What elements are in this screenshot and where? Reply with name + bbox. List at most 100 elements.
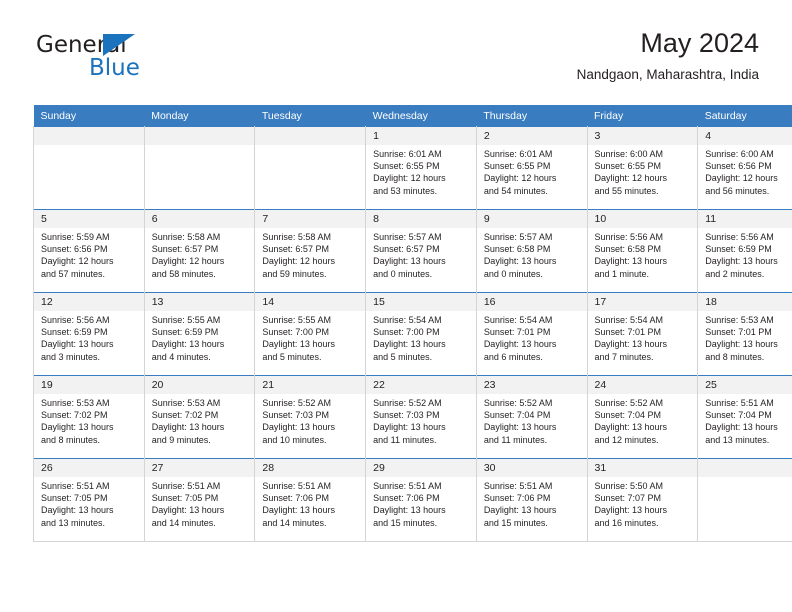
day-number: 5: [34, 210, 144, 228]
calendar-day-cell-empty: [697, 458, 792, 542]
day-sunset-text: Sunset: 7:01 PM: [594, 327, 662, 338]
day-details: Sunrise: 5:58 AM Sunset: 6:57 PM Daylight:…: [145, 228, 255, 280]
day-sunrise-text: Sunrise: 5:56 AM: [594, 232, 664, 242]
day-daylight-line-text: and 57 minutes.: [41, 268, 106, 279]
day-details: Sunrise: 5:55 AM Sunset: 7:00 PM Daylight:…: [255, 311, 365, 363]
calendar-day-cell-23[interactable]: 23 Sunrise: 5:52 AM Sunset: 7:04 PM Dayligh…: [475, 375, 588, 459]
calendar-day-cell-19[interactable]: 19 Sunrise: 5:53 AM Sunset: 7:02 PM Dayligh…: [33, 375, 145, 459]
calendar-week-row: 1 Sunrise: 6:01 AM Sunset: 6:55 PM Daylight…: [33, 126, 792, 210]
day-daylight-line-text: and 5 minutes.: [262, 351, 322, 362]
day-details: Sunrise: 5:53 AM Sunset: 7:01 PM Daylight:…: [698, 311, 792, 363]
calendar-day-cell-24[interactable]: 24 Sunrise: 5:52 AM Sunset: 7:04 PM Dayligh…: [586, 375, 699, 459]
calendar-day-cell-12[interactable]: 12 Sunrise: 5:56 AM Sunset: 6:59 PM Dayligh…: [33, 292, 145, 376]
day-details: Sunrise: 5:53 AM Sunset: 7:02 PM Daylight:…: [145, 394, 255, 446]
calendar-day-cell-9[interactable]: 9 Sunrise: 5:57 AM Sunset: 6:58 PM Daylight…: [475, 209, 588, 293]
day-daylight-line-text: and 58 minutes.: [151, 268, 216, 279]
page-title: May 2024: [640, 28, 759, 58]
calendar-day-cell-31[interactable]: 31 Sunrise: 5:50 AM Sunset: 7:07 PM Dayligh…: [586, 458, 699, 542]
day-details: Sunrise: 5:53 AM Sunset: 7:02 PM Daylight:…: [34, 394, 144, 446]
day-daylight-line-text: Daylight: 13 hours: [594, 505, 668, 516]
day-details: Sunrise: 5:51 AM Sunset: 7:05 PM Daylight:…: [34, 477, 144, 529]
calendar-day-cell-22[interactable]: 22 Sunrise: 5:52 AM Sunset: 7:03 PM Dayligh…: [365, 375, 477, 459]
day-number: 31: [587, 459, 698, 477]
day-details: Sunrise: 6:00 AM Sunset: 6:56 PM Daylight:…: [698, 145, 792, 197]
day-details: Sunrise: 5:52 AM Sunset: 7:03 PM Daylight:…: [366, 394, 476, 446]
calendar-day-cell-11[interactable]: 11 Sunrise: 5:56 AM Sunset: 6:59 PM Dayligh…: [697, 209, 792, 293]
day-details: Sunrise: 5:54 AM Sunset: 7:01 PM Daylight:…: [588, 311, 698, 363]
day-sunrise-text: Sunrise: 6:00 AM: [705, 149, 774, 159]
calendar-day-cell-26[interactable]: 26 Sunrise: 5:51 AM Sunset: 7:05 PM Dayligh…: [33, 458, 145, 542]
calendar-day-cell-17[interactable]: 17 Sunrise: 5:54 AM Sunset: 7:01 PM Dayligh…: [586, 292, 699, 376]
calendar-day-cell-empty: [33, 126, 145, 210]
day-sunrise-text: Sunrise: 5:52 AM: [483, 398, 553, 408]
day-number: 25: [698, 376, 792, 394]
calendar-day-cell-27[interactable]: 27 Sunrise: 5:51 AM Sunset: 7:05 PM Dayligh…: [143, 458, 256, 542]
calendar-day-cell-1[interactable]: 1 Sunrise: 6:01 AM Sunset: 6:55 PM Daylight…: [365, 126, 477, 210]
day-daylight-line-text: Daylight: 13 hours: [483, 505, 557, 516]
calendar-day-cell-7[interactable]: 7 Sunrise: 5:58 AM Sunset: 6:57 PM Daylight…: [254, 209, 367, 293]
calendar-day-cell-2[interactable]: 2 Sunrise: 6:01 AM Sunset: 6:55 PM Daylight…: [475, 126, 588, 210]
day-sunrise-text: Sunrise: 5:56 AM: [41, 315, 110, 325]
day-sunrise-text: Sunrise: 5:57 AM: [483, 232, 553, 242]
day-daylight-line-text: and 13 minutes.: [705, 434, 770, 445]
calendar-week-row: 19 Sunrise: 5:53 AM Sunset: 7:02 PM Dayligh…: [33, 375, 792, 459]
day-number: 8: [366, 210, 476, 228]
day-daylight-line-text: Daylight: 13 hours: [262, 422, 335, 433]
day-daylight-line-text: Daylight: 13 hours: [705, 256, 778, 267]
day-details: Sunrise: 5:57 AM Sunset: 6:57 PM Daylight:…: [366, 228, 476, 280]
day-daylight-line-text: Daylight: 13 hours: [483, 339, 557, 350]
day-daylight-line-text: Daylight: 13 hours: [594, 256, 668, 267]
day-sunrise-text: Sunrise: 5:51 AM: [373, 481, 442, 491]
day-daylight-line-text: and 1 minute.: [594, 268, 650, 279]
day-number: 24: [587, 376, 698, 394]
calendar-day-cell-14[interactable]: 14 Sunrise: 5:55 AM Sunset: 7:00 PM Dayligh…: [254, 292, 367, 376]
day-number: [698, 459, 792, 477]
day-sunset-text: Sunset: 7:04 PM: [594, 410, 662, 421]
calendar-day-cell-21[interactable]: 21 Sunrise: 5:52 AM Sunset: 7:03 PM Dayligh…: [254, 375, 367, 459]
calendar-day-cell-18[interactable]: 18 Sunrise: 5:53 AM Sunset: 7:01 PM Dayligh…: [697, 292, 792, 376]
day-sunset-text: Sunset: 6:59 PM: [41, 327, 108, 338]
day-number: 19: [34, 376, 144, 394]
calendar-day-cell-10[interactable]: 10 Sunrise: 5:56 AM Sunset: 6:58 PM Dayligh…: [586, 209, 699, 293]
general-blue-logo[interactable]: General Blue: [33, 30, 233, 90]
calendar-day-cell-5[interactable]: 5 Sunrise: 5:59 AM Sunset: 6:56 PM Daylight…: [33, 209, 145, 293]
day-details: Sunrise: 5:57 AM Sunset: 6:58 PM Daylight:…: [477, 228, 587, 280]
day-sunrise-text: Sunrise: 5:58 AM: [151, 232, 221, 242]
weekday-header-friday: Friday: [587, 105, 698, 127]
calendar-day-cell-30[interactable]: 30 Sunrise: 5:51 AM Sunset: 7:06 PM Dayligh…: [475, 458, 588, 542]
day-number: 28: [255, 459, 366, 477]
day-sunset-text: Sunset: 6:56 PM: [41, 244, 108, 255]
day-sunrise-text: Sunrise: 5:55 AM: [262, 315, 331, 325]
day-number: 12: [34, 293, 144, 311]
day-sunrise-text: Sunrise: 5:51 AM: [151, 481, 221, 491]
day-number: 20: [144, 376, 255, 394]
day-number: 30: [476, 459, 587, 477]
day-sunset-text: Sunset: 7:00 PM: [262, 327, 329, 338]
day-number: 22: [366, 376, 476, 394]
day-daylight-line-text: and 15 minutes.: [373, 517, 438, 528]
day-number: [144, 127, 255, 145]
day-details: Sunrise: 5:59 AM Sunset: 6:56 PM Daylight:…: [34, 228, 144, 280]
calendar-day-cell-13[interactable]: 13 Sunrise: 5:55 AM Sunset: 6:59 PM Dayligh…: [143, 292, 256, 376]
calendar-day-cell-3[interactable]: 3 Sunrise: 6:00 AM Sunset: 6:55 PM Daylight…: [586, 126, 699, 210]
calendar-day-cell-20[interactable]: 20 Sunrise: 5:53 AM Sunset: 7:02 PM Dayligh…: [143, 375, 256, 459]
calendar-day-cell-8[interactable]: 8 Sunrise: 5:57 AM Sunset: 6:57 PM Daylight…: [365, 209, 477, 293]
calendar-day-cell-28[interactable]: 28 Sunrise: 5:51 AM Sunset: 7:06 PM Dayligh…: [254, 458, 367, 542]
day-sunrise-text: Sunrise: 5:51 AM: [705, 398, 774, 408]
day-number: 21: [255, 376, 366, 394]
day-details: Sunrise: 5:51 AM Sunset: 7:06 PM Daylight:…: [477, 477, 587, 529]
day-daylight-line-text: and 5 minutes.: [373, 351, 433, 362]
day-daylight-line-text: and 4 minutes.: [151, 351, 211, 362]
calendar-day-cell-25[interactable]: 25 Sunrise: 5:51 AM Sunset: 7:04 PM Dayligh…: [697, 375, 792, 459]
day-daylight-line-text: Daylight: 13 hours: [262, 505, 335, 516]
day-daylight-line-text: and 7 minutes.: [594, 351, 654, 362]
day-details: Sunrise: 6:00 AM Sunset: 6:55 PM Daylight:…: [588, 145, 698, 197]
calendar-table: Sunday Monday Tuesday Wednesday Thursday Frid…: [33, 105, 792, 542]
calendar-day-cell-6[interactable]: 6 Sunrise: 5:58 AM Sunset: 6:57 PM Daylight…: [143, 209, 256, 293]
calendar-day-cell-29[interactable]: 29 Sunrise: 5:51 AM Sunset: 7:06 PM Dayligh…: [365, 458, 477, 542]
calendar-day-cell-15[interactable]: 15 Sunrise: 5:54 AM Sunset: 7:00 PM Dayligh…: [365, 292, 477, 376]
calendar-day-cell-4[interactable]: 4 Sunrise: 6:00 AM Sunset: 6:56 PM Daylight…: [697, 126, 792, 210]
day-daylight-line-text: Daylight: 12 hours: [262, 256, 335, 267]
calendar-day-cell-16[interactable]: 16 Sunrise: 5:54 AM Sunset: 7:01 PM Dayligh…: [475, 292, 588, 376]
day-sunset-text: Sunset: 6:59 PM: [705, 244, 772, 255]
